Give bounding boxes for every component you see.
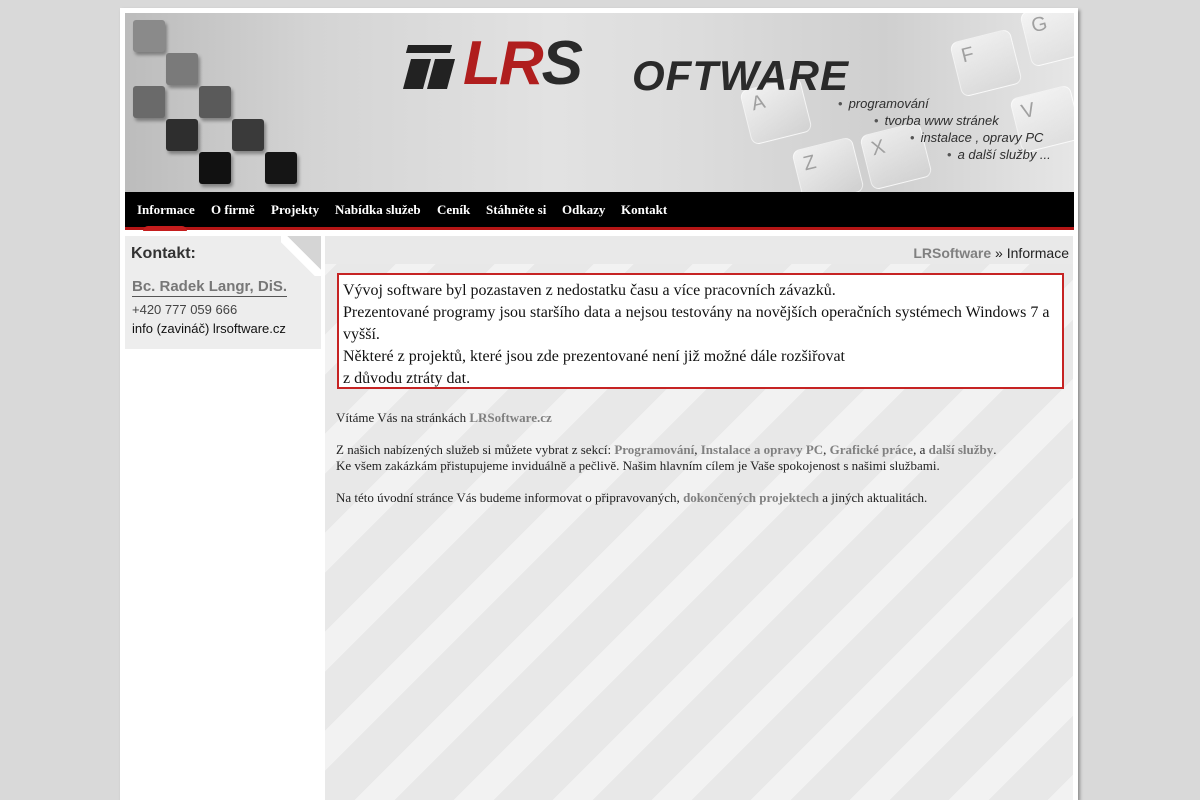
logo-s: S xyxy=(541,29,583,98)
notice-box: Vývoj software byl pozastaven z nedostat… xyxy=(337,273,1064,389)
page: G F A V X Z LRS OFTWARE programování tvo… xyxy=(120,8,1078,800)
corner-fold-decoration xyxy=(281,236,321,276)
link-programovani[interactable]: Programování xyxy=(614,442,694,457)
news-end-text: a jiných aktualitách. xyxy=(818,490,928,505)
nav-item-o-firme[interactable]: O firmě xyxy=(211,202,255,218)
decor-square xyxy=(232,119,264,151)
nav-item-projekty[interactable]: Projekty xyxy=(271,202,319,218)
nav-active-indicator xyxy=(143,226,187,231)
main-content: LRSoftware » Informace Vývoj software by… xyxy=(325,236,1073,800)
tagline: instalace , opravy PC xyxy=(910,130,1044,145)
contact-phone: +420 777 059 666 xyxy=(132,302,238,317)
link-dalsi-sluzby[interactable]: další služby xyxy=(929,442,994,457)
contact-email: info (zavináč) lrsoftware.cz xyxy=(132,321,286,336)
tagline: a další služby ... xyxy=(947,147,1051,162)
logo-wordmark-rest: OFTWARE xyxy=(632,52,849,99)
notice-line: Prezentované programy jsou staršího data… xyxy=(343,304,1050,343)
keyboard-key: G xyxy=(1019,13,1074,68)
decor-square xyxy=(265,152,297,184)
main-nav: Informace O firmě Projekty Nabídka služe… xyxy=(125,192,1074,231)
key-label: V xyxy=(1019,98,1038,124)
key-label: X xyxy=(869,135,888,161)
nav-item-odkazy[interactable]: Odkazy xyxy=(562,202,605,218)
tagline: tvorba www stránek xyxy=(874,113,999,128)
notice-line: z důvodu ztráty dat. xyxy=(343,370,471,387)
news-paragraph: Na této úvodní stránce Vás budeme inform… xyxy=(336,490,1066,506)
notice-line: Vývoj software byl pozastaven z nedostat… xyxy=(343,282,836,299)
site-link[interactable]: LRSoftware.cz xyxy=(469,410,551,425)
notice-line: Některé z projektů, které jsou zde preze… xyxy=(343,348,845,365)
decor-square xyxy=(166,53,198,85)
decor-square xyxy=(199,152,231,184)
nav-item-stahnete-si[interactable]: Stáhněte si xyxy=(486,202,546,218)
breadcrumb-home-link[interactable]: LRSoftware xyxy=(913,245,991,261)
link-graficke-prace[interactable]: Grafické práce xyxy=(830,442,913,457)
decor-square xyxy=(199,86,231,118)
intro-text: Vítáme Vás na stránkách LRSoftware.cz Z … xyxy=(336,410,1066,522)
breadcrumb: LRSoftware » Informace xyxy=(325,236,1073,264)
key-label: F xyxy=(959,43,977,68)
welcome-text: Vítáme Vás na stránkách xyxy=(336,410,470,425)
contact-name-link[interactable]: Bc. Radek Langr, DiS. xyxy=(132,278,288,297)
breadcrumb-separator: » xyxy=(991,245,1007,261)
header-banner: G F A V X Z LRS OFTWARE programování tvo… xyxy=(125,13,1074,192)
decor-square xyxy=(133,86,165,118)
approach-text: Ke všem zakázkám přistupujeme inviduálně… xyxy=(336,458,940,473)
news-text: Na této úvodní stránce Vás budeme inform… xyxy=(336,490,684,505)
welcome-paragraph: Vítáme Vás na stránkách LRSoftware.cz xyxy=(336,410,1066,426)
tagline: programování xyxy=(838,96,929,111)
nav-item-informace[interactable]: Informace xyxy=(137,202,195,218)
services-text: Z našich nabízených služeb si můžete vyb… xyxy=(336,442,615,457)
keyboard-key: Z xyxy=(791,136,865,192)
decor-square xyxy=(133,20,165,52)
nav-item-kontakt[interactable]: Kontakt xyxy=(621,202,667,218)
link-dokoncene-projekty[interactable]: dokončených projektech xyxy=(683,490,819,505)
logo-mark-icon xyxy=(402,45,456,89)
keyboard-key: F xyxy=(949,28,1023,98)
nav-item-nabidka-sluzeb[interactable]: Nabídka služeb xyxy=(335,202,421,218)
logo-lr: LR xyxy=(463,29,544,98)
link-instalace-opravy-pc[interactable]: Instalace a opravy PC xyxy=(701,442,823,457)
logo-wordmark: LRS xyxy=(463,33,583,95)
separator-text: , a xyxy=(913,442,929,457)
contact-sidebar: Kontakt: Bc. Radek Langr, DiS. +420 777 … xyxy=(125,236,321,349)
breadcrumb-current: Informace xyxy=(1006,245,1069,261)
decor-square xyxy=(166,119,198,151)
nav-item-cenik[interactable]: Ceník xyxy=(437,202,470,218)
key-label: Z xyxy=(801,151,819,176)
separator-text: . xyxy=(993,442,997,457)
sidebar-title: Kontakt: xyxy=(131,245,196,262)
key-label: G xyxy=(1029,13,1050,38)
services-paragraph: Z našich nabízených služeb si můžete vyb… xyxy=(336,442,1066,474)
